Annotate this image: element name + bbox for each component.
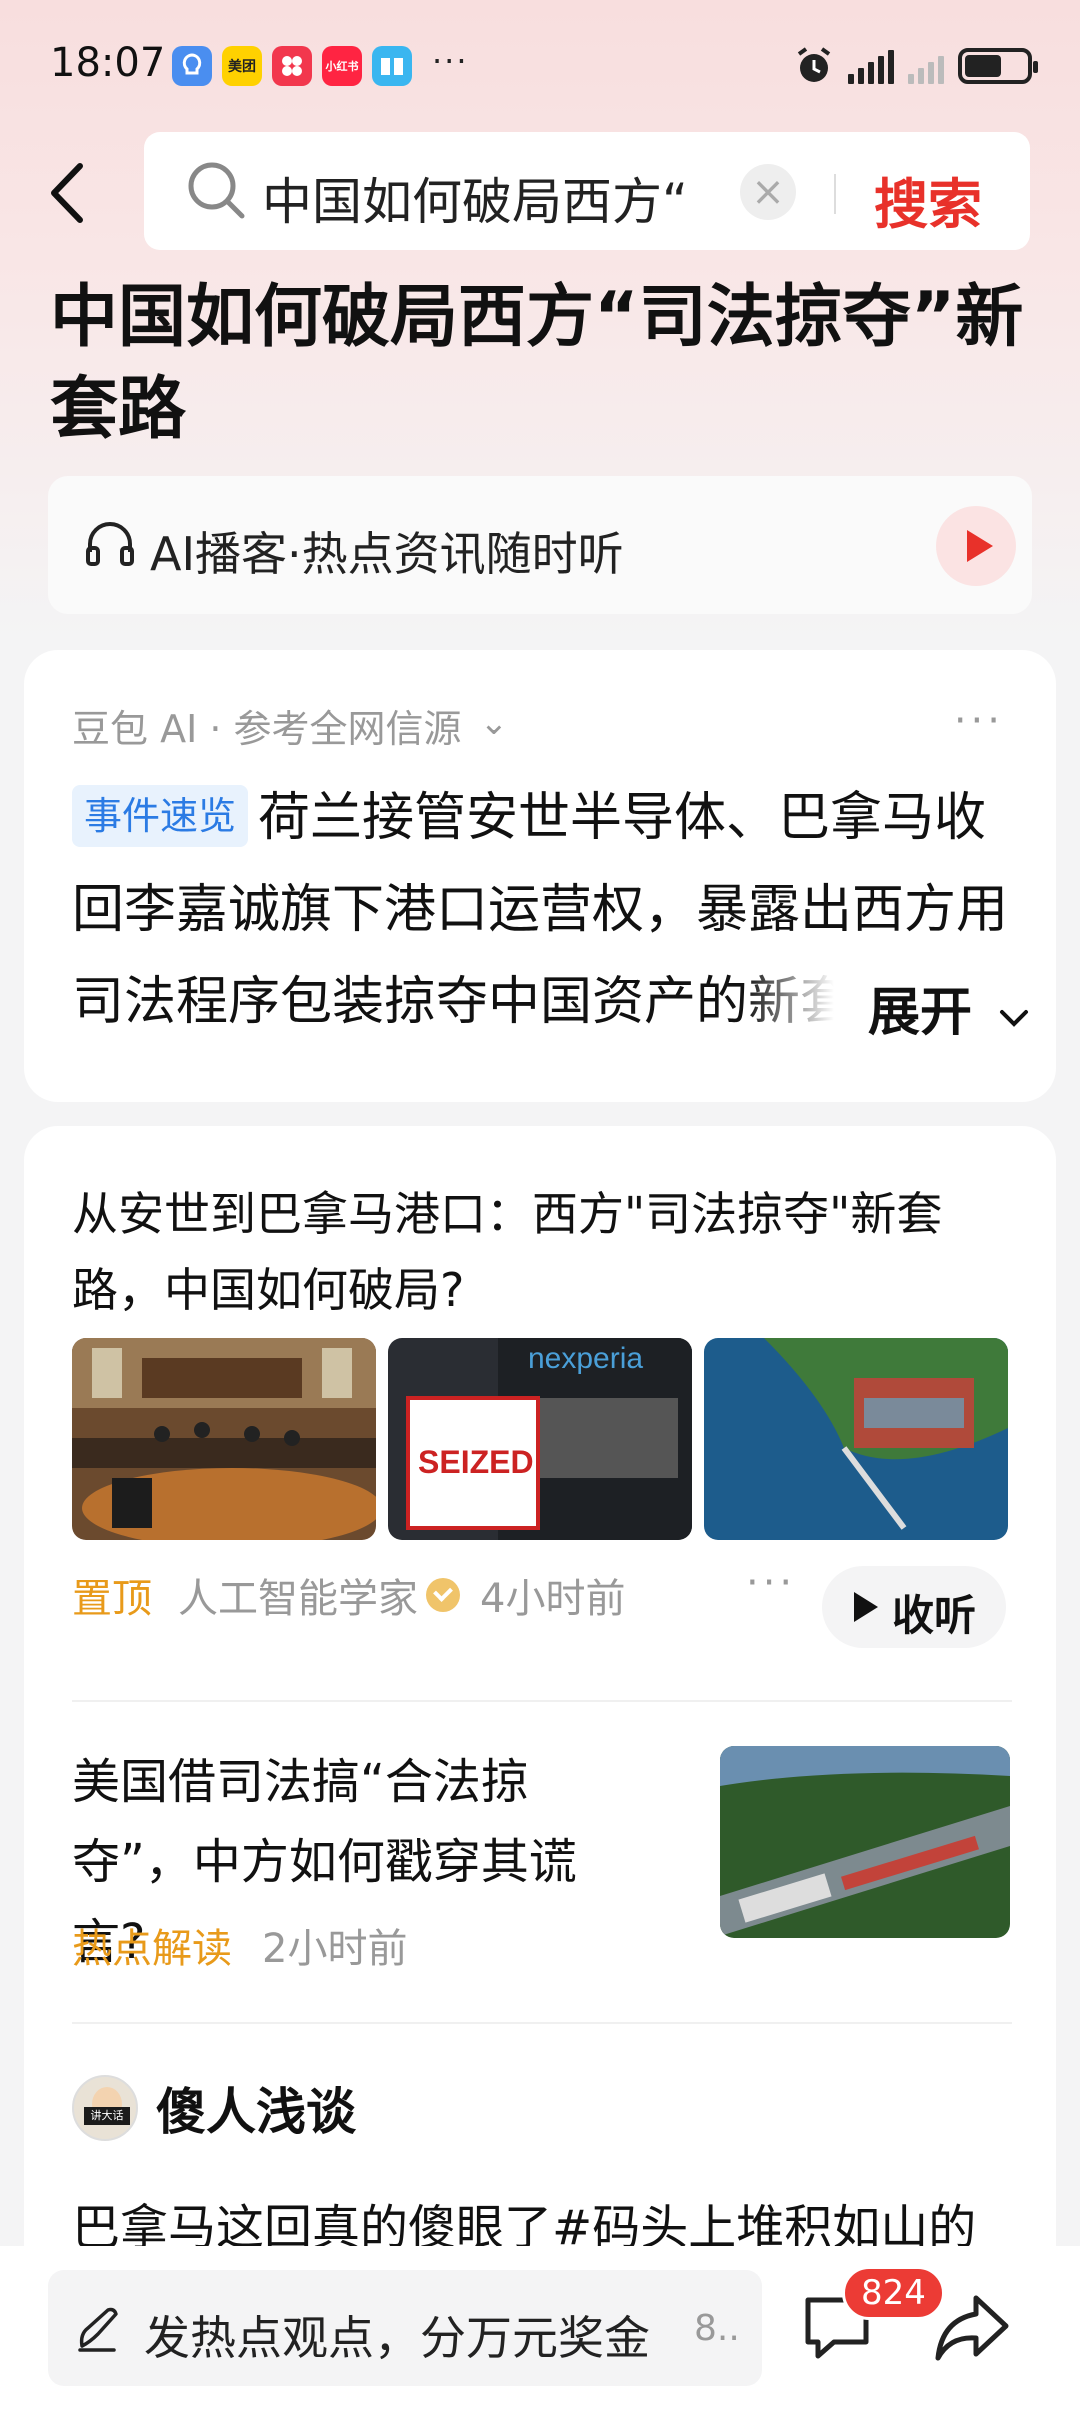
notification-icons: 美团 小红书: [172, 46, 412, 86]
ai-summary-card: 豆包 AI · 参考全网信源 ⌄ ··· 事件速览 荷兰接管安世半导体、巴拿马收回…: [24, 650, 1056, 1102]
more-notifications-icon: ···: [432, 42, 469, 80]
xiaohongshu-icon: 小红书: [322, 46, 362, 86]
status-bar: 18:07 美团 小红书 ···: [0, 0, 1080, 130]
avatar-badge: 讲大话: [84, 2107, 130, 2125]
signal-5g-icon: [848, 48, 894, 84]
chevron-down-icon: [1000, 1010, 1029, 1027]
listen-button[interactable]: 收听: [822, 1566, 1006, 1648]
publish-time: 4小时前: [480, 1576, 626, 1622]
search-button[interactable]: 搜索: [874, 160, 982, 239]
more-options-icon[interactable]: ···: [954, 698, 1004, 744]
search-divider: [834, 174, 836, 214]
panama-canal-image[interactable]: [720, 1746, 1010, 1938]
status-time: 18:07: [50, 40, 166, 86]
play-icon: [854, 1592, 878, 1622]
book-icon: [372, 46, 412, 86]
seized-sign-text: SEIZED: [418, 1444, 534, 1480]
meituan-icon: 美团: [222, 46, 262, 86]
share-icon[interactable]: [932, 2290, 1012, 2366]
verified-icon: [426, 1578, 460, 1612]
status-right: [794, 46, 1038, 86]
comment-suffix: 8..: [694, 2308, 740, 2349]
divider: [72, 1700, 1012, 1702]
hot-analysis-tag: 热点解读: [72, 1926, 232, 1972]
avatar[interactable]: 讲大话: [72, 2075, 138, 2141]
alarm-icon: [797, 47, 831, 82]
courtroom-image[interactable]: [72, 1338, 376, 1540]
comment-count-badge: 824: [842, 2266, 945, 2320]
pinned-tag: 置顶: [72, 1576, 152, 1622]
news-image-row[interactable]: nexperia SEIZED: [72, 1338, 1008, 1540]
divider: [72, 2022, 1012, 2024]
podcast-play-button[interactable]: [936, 506, 1016, 586]
search-icon: [188, 162, 245, 219]
app-icon-blue: [172, 46, 212, 86]
app-icon-red-dots: [272, 46, 312, 86]
nexperia-logo-text: nexperia: [528, 1342, 643, 1375]
publish-time: 2小时前: [262, 1926, 408, 1972]
listen-label: 收听: [892, 1591, 977, 1640]
author-name[interactable]: 人工智能学家: [178, 1566, 418, 1624]
news-meta: 热点解读 2小时前: [72, 1916, 407, 1974]
panama-port-image[interactable]: [704, 1338, 1008, 1540]
news-meta: 置顶 人工智能学家 4小时前: [72, 1566, 625, 1624]
news-title[interactable]: 从安世到巴拿马港口：西方"司法掠夺"新套路，中国如何破局?: [72, 1176, 1012, 1328]
bottom-bar: 发热点观点，分万元奖金 8.. 824: [0, 2246, 1080, 2412]
back-arrow-icon[interactable]: [40, 158, 100, 228]
ai-source[interactable]: 豆包 AI · 参考全网信源 ⌄: [72, 698, 508, 753]
signal-secondary-icon: [908, 48, 944, 84]
headphones-icon: [86, 522, 134, 566]
expand-label: 展开: [868, 983, 973, 1043]
expand-button[interactable]: 展开: [868, 970, 1032, 1045]
post-header[interactable]: 讲大话 傻人浅谈: [72, 2072, 356, 2144]
post-author[interactable]: 傻人浅谈: [156, 2072, 356, 2144]
nexperia-seized-image[interactable]: nexperia SEIZED: [388, 1338, 692, 1540]
ai-podcast-bar[interactable]: AI播客·热点资讯随时听: [48, 476, 1032, 614]
clear-icon[interactable]: ×: [740, 164, 796, 220]
battery-icon: [958, 48, 1038, 84]
search-box[interactable]: 中国如何破局西方“ × 搜索: [144, 132, 1030, 250]
chevron-down-icon: ⌄: [479, 703, 509, 743]
podcast-label: AI播客·热点资讯随时听: [150, 527, 624, 581]
news-list-card: 从安世到巴拿马港口：西方"司法掠夺"新套路，中国如何破局? nexperia S…: [24, 1126, 1056, 2412]
comment-input[interactable]: 发热点观点，分万元奖金 8..: [48, 2270, 762, 2386]
event-overview-tag: 事件速览: [72, 785, 249, 847]
page-title: 中国如何破局西方“司法掠夺”新套路: [50, 278, 1024, 449]
comment-placeholder: 发热点观点，分万元奖金: [144, 2311, 650, 2365]
more-options-icon[interactable]: ···: [746, 1560, 796, 1606]
ai-source-label: 豆包 AI · 参考全网信源: [72, 707, 462, 751]
pen-icon: [78, 2307, 118, 2352]
